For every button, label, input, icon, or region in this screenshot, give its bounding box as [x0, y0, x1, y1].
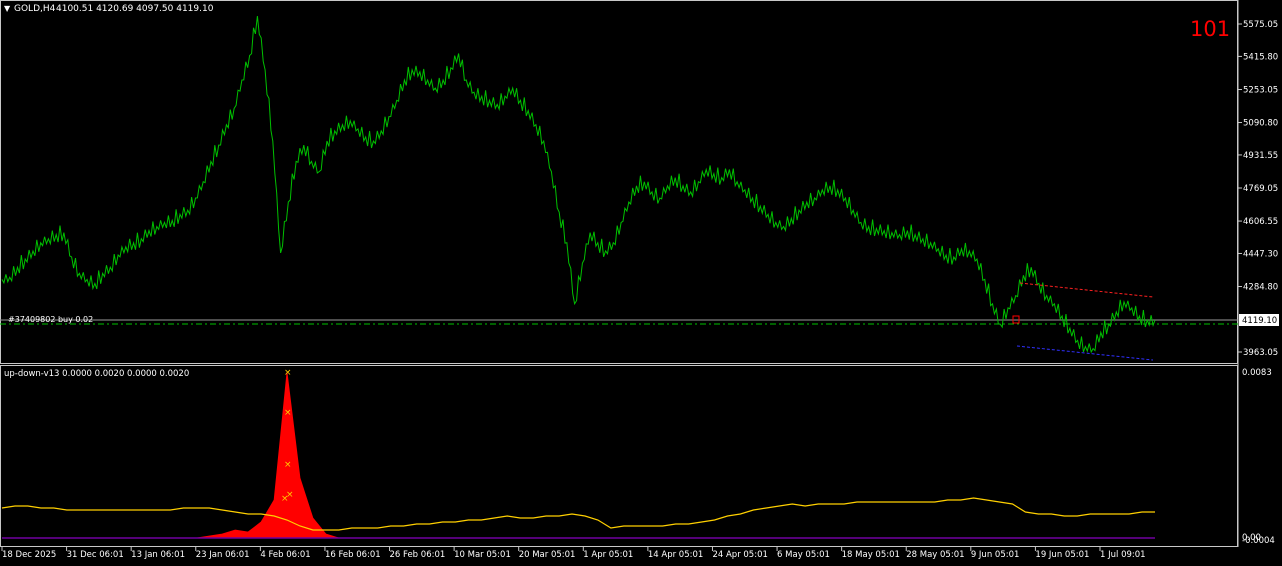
indicator-tick-label: -0.0004 [1242, 536, 1275, 546]
time-tick-label: 9 Jun 05:01 [971, 550, 1020, 560]
signal-marker-icon: × [284, 368, 292, 378]
time-tick-label: 1 Apr 05:01 [583, 550, 633, 560]
time-tick-label: 6 May 05:01 [777, 550, 830, 560]
signal-marker-icon: × [284, 460, 292, 470]
time-axis: 18 Dec 2025 31 Dec 06:01 13 Jan 06:01 23 Ja… [1, 547, 1146, 560]
time-tick-label: 18 Dec 2025 [2, 550, 56, 560]
time-tick-label: 28 May 05:01 [906, 550, 964, 560]
indicator-axis-ticks: 0.00830.00-0.0004 [1242, 368, 1275, 546]
time-tick-label: 19 Jun 05:01 [1035, 550, 1089, 560]
price-tick-label: 4769.05 [1243, 184, 1278, 194]
indicator-panel [0, 365, 1238, 547]
signal-marker-icon: × [284, 408, 292, 418]
price-tick-label: 5415.80 [1243, 52, 1278, 62]
time-tick-label: 31 Dec 06:01 [67, 550, 124, 560]
chart-canvas: ▼ GOLD,H4 4100.51 4120.69 4097.50 4119.1… [0, 0, 1279, 560]
price-tick-label: 4284.80 [1243, 283, 1278, 293]
order-label[interactable]: #37409802 buy 0.02 [8, 315, 93, 324]
price-axis-ticks: 5575.05 5415.80 5253.05 5090.80 4931.55 4769.… [1238, 20, 1278, 358]
time-tick-label: 4 Feb 06:01 [260, 550, 310, 560]
price-tick-label: 5575.05 [1243, 20, 1278, 30]
time-tick-label: 1 Jul 09:01 [1100, 550, 1146, 560]
counter-value: 101 [1190, 17, 1230, 41]
time-tick-label: 20 Mar 05:01 [519, 550, 576, 560]
time-tick-label: 26 Feb 06:01 [390, 550, 446, 560]
price-tick-label: 5090.80 [1243, 119, 1278, 129]
price-tick-label: 4931.55 [1243, 151, 1278, 161]
ohlc-values: 4100.51 4120.69 4097.50 4119.10 [56, 4, 214, 14]
time-tick-label: 16 Feb 06:01 [325, 550, 381, 560]
indicator-label: up-down-v13 0.0000 0.0020 0.0000 0.0020 [4, 369, 189, 379]
time-tick-label: 18 May 05:01 [842, 550, 900, 560]
symbol-label[interactable]: GOLD,H4 [14, 4, 56, 14]
price-tick-label: 4606.55 [1243, 217, 1278, 227]
price-tick-label: 3963.05 [1243, 348, 1278, 358]
time-tick-label: 24 Apr 05:01 [712, 550, 767, 560]
price-series [1, 15, 1156, 354]
time-tick-label: 14 Apr 05:01 [648, 550, 703, 560]
price-panel [0, 0, 1238, 364]
time-tick-label: 10 Mar 05:01 [454, 550, 511, 560]
indicator-line [1, 497, 1155, 531]
time-tick-label: 13 Jan 06:01 [131, 550, 185, 560]
chart-window: ▼ GOLD,H4 4100.51 4120.69 4097.50 4119.1… [0, 0, 1282, 562]
indicator-histogram [2, 371, 1155, 539]
signal-marker-icon: × [286, 490, 294, 500]
symbol-dropdown-icon[interactable]: ▼ [4, 4, 11, 13]
indicator-tick-label: 0.0083 [1242, 368, 1272, 378]
price-line [1, 15, 1156, 354]
price-tick-label: 4447.30 [1243, 249, 1278, 259]
indicator-series: ××××× [1, 368, 1155, 539]
price-tag: 4119.10 [1242, 316, 1277, 326]
time-tick-label: 23 Jan 06:01 [196, 550, 250, 560]
price-tick-label: 5253.05 [1243, 86, 1278, 96]
